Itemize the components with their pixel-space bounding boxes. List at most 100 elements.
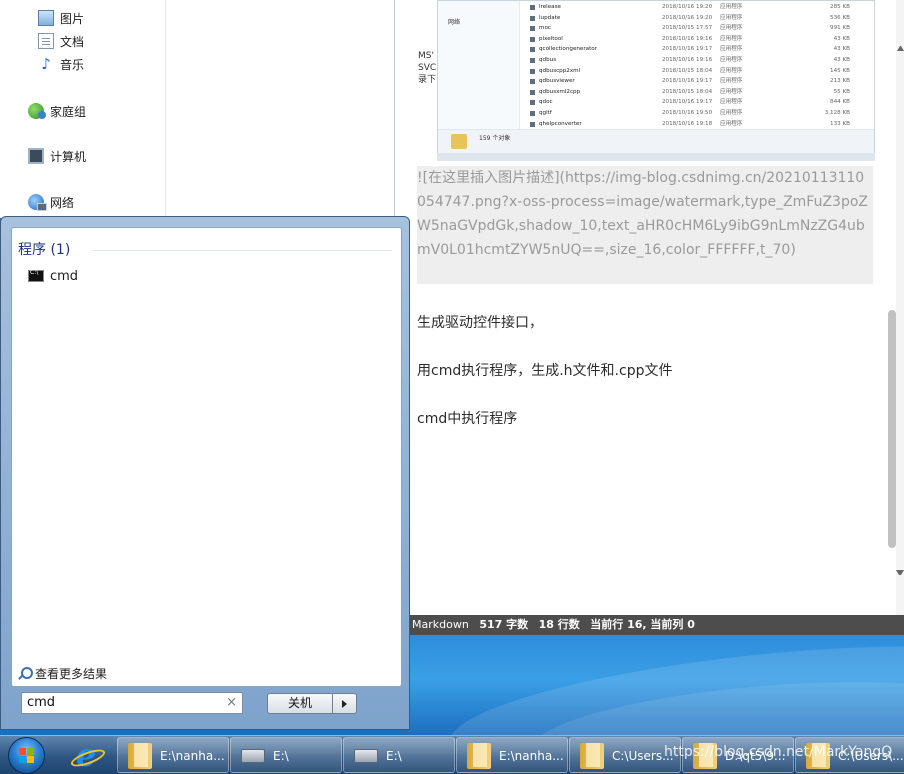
- file-row[interactable]: lrelease 2018/10/16 19:20 应用程序 285 KB: [530, 2, 870, 13]
- file-type: 应用程序: [720, 14, 743, 21]
- nav-item-music[interactable]: ♪ 音乐: [38, 54, 84, 74]
- nav-label: 音乐: [60, 57, 85, 72]
- drive-icon: [354, 749, 378, 763]
- app-icon: [530, 68, 535, 74]
- folder-icon: [128, 743, 152, 769]
- file-size: 145 KB: [830, 67, 850, 74]
- app-icon: [530, 47, 535, 53]
- file-date: 2018/10/16 19:20: [662, 4, 713, 10]
- windows-logo-icon: [19, 756, 26, 763]
- file-row[interactable]: moc 2018/10/15 17:57 应用程序 991 KB: [530, 23, 870, 34]
- taskbar-button[interactable]: E:\nanha...: [117, 737, 229, 773]
- nav-label: 网络: [50, 195, 75, 210]
- folder-icon: [580, 743, 604, 769]
- taskbar-button[interactable]: E:\nanha...: [456, 737, 568, 773]
- app-icon: [530, 15, 535, 21]
- file-name: lupdate: [539, 14, 561, 21]
- file-size: 43 KB: [833, 57, 850, 63]
- scroll-track[interactable]: [896, 0, 904, 616]
- scrollbar-thumb[interactable]: [888, 310, 896, 548]
- start-button[interactable]: [8, 737, 45, 774]
- status-cursor: 当前行 16, 当前列 0: [590, 618, 695, 631]
- scroll-up-icon[interactable]: [897, 43, 904, 51]
- file-type: 应用程序: [720, 99, 743, 106]
- file-type: 应用程序: [720, 57, 743, 63]
- result-label: cmd: [50, 268, 79, 284]
- file-row[interactable]: qcollectiongenerator 2018/10/16 19:17 应用程序…: [530, 44, 870, 55]
- app-icon: [530, 121, 535, 127]
- embedded-network-label: 网络: [448, 19, 461, 26]
- search-value: cmd: [27, 695, 56, 710]
- embedded-status: 159 个对象: [438, 129, 874, 153]
- scroll-down-icon[interactable]: [896, 570, 904, 578]
- file-type: 应用程序: [720, 78, 743, 85]
- file-date: 2018/10/16 19:18: [662, 120, 713, 127]
- file-row[interactable]: qdoc 2018/10/16 19:17 应用程序 844 KB: [530, 97, 870, 108]
- file-row[interactable]: lupdate 2018/10/16 19:20 应用程序 536 KB: [530, 13, 870, 24]
- file-name: qdbusxml2cpp: [539, 88, 581, 95]
- start-search-input[interactable]: cmd ×: [21, 692, 243, 714]
- windows-logo-icon: [27, 748, 34, 755]
- nav-item-network[interactable]: 网络: [28, 192, 74, 212]
- file-name: qdbusviewer: [539, 78, 575, 85]
- nav-label: 图片: [60, 11, 85, 26]
- folder-icon: [467, 743, 491, 769]
- nav-item-documents[interactable]: 文档: [38, 31, 84, 51]
- embedded-screenshot: 网络 lrelease 2018/10/16 19:20 应用程序 285 KB lup…: [437, 0, 875, 161]
- paragraph: 生成驱动控件接口，: [417, 315, 543, 331]
- file-row[interactable]: qhelpconverter 2018/10/16 19:18 应用程序 133 KB: [530, 119, 870, 130]
- nav-label: 文档: [60, 34, 85, 49]
- shutdown-button[interactable]: 关机: [267, 693, 333, 714]
- paragraph: cmd中执行程序: [417, 411, 518, 427]
- app-icon: [530, 111, 535, 116]
- windows-logo-icon: [27, 756, 34, 763]
- file-date: 2018/10/15 18:04: [662, 88, 713, 95]
- nav-item-pictures[interactable]: 图片: [38, 8, 84, 28]
- shutdown-options-arrow-icon[interactable]: [333, 693, 357, 714]
- markdown-image-link[interactable]: ![在这里插入图片描述](https://img-blog.csdnimg.cn…: [417, 166, 873, 284]
- explorer-nav-pane: 图片 文档 ♪ 音乐 家庭组 计算机 网络: [0, 0, 395, 218]
- file-name: qgltf: [539, 110, 552, 116]
- file-name: pixeltool: [539, 35, 563, 42]
- embedded-bottom-strip: [437, 153, 875, 161]
- file-row[interactable]: qgltf 2018/10/16 19:50 应用程序 3,128 KB: [530, 108, 870, 119]
- file-name: qcollectiongenerator: [539, 46, 598, 53]
- truncated-line: SVC: [418, 63, 437, 73]
- nav-item-computer[interactable]: 计算机: [28, 146, 86, 166]
- file-row[interactable]: qdbusxml2cpp 2018/10/15 18:04 应用程序 55 KB: [530, 87, 870, 98]
- file-size: 844 KB: [830, 99, 850, 106]
- windows-logo-icon: [19, 748, 26, 755]
- file-row[interactable]: qdbusviewer 2018/10/16 19:17 应用程序 213 KB: [530, 76, 870, 87]
- file-type: 应用程序: [720, 110, 743, 116]
- result-cmd[interactable]: cmd: [28, 266, 78, 286]
- watermark: https://blog.csdn.net/MarkYangQ: [664, 744, 893, 760]
- file-row[interactable]: pixeltool 2018/10/16 19:16 应用程序 43 KB: [530, 34, 870, 45]
- taskbar-button[interactable]: E:\: [343, 737, 455, 773]
- app-icon: [530, 36, 535, 42]
- music-icon: ♪: [41, 55, 51, 73]
- file-name: qdbuscpp2xml: [539, 67, 581, 74]
- file-type: 应用程序: [720, 88, 743, 95]
- truncated-line: MS': [418, 51, 434, 61]
- internet-explorer-icon[interactable]: e: [70, 739, 102, 771]
- embedded-count: 159 个对象: [479, 135, 511, 142]
- folder-icon: [451, 134, 467, 149]
- see-more-results-link[interactable]: 查看更多结果: [18, 665, 107, 682]
- app-icon: [530, 89, 535, 95]
- taskbar-button-label: E:\: [386, 749, 402, 763]
- file-size: 285 KB: [830, 4, 850, 10]
- truncated-text: MS' SVC 录下: [418, 50, 438, 86]
- taskbar-button[interactable]: E:\: [230, 737, 342, 773]
- taskbar-button-label: E:\nanha...: [499, 749, 564, 763]
- file-date: 2018/10/16 19:20: [662, 14, 713, 21]
- file-row[interactable]: qdbuscpp2xml 2018/10/15 18:04 应用程序 145 KB: [530, 66, 870, 77]
- file-row[interactable]: qdbus 2018/10/16 19:16 应用程序 43 KB: [530, 55, 870, 66]
- file-date: 2018/10/15 18:04: [662, 67, 713, 74]
- clear-search-icon[interactable]: ×: [226, 693, 237, 713]
- truncated-line: 录下: [418, 75, 437, 85]
- computer-icon: [28, 148, 44, 164]
- nav-label: 家庭组: [50, 104, 87, 119]
- app-icon: [530, 5, 535, 10]
- nav-item-homegroup[interactable]: 家庭组: [28, 101, 86, 121]
- file-name: qhelpconverter: [539, 120, 582, 127]
